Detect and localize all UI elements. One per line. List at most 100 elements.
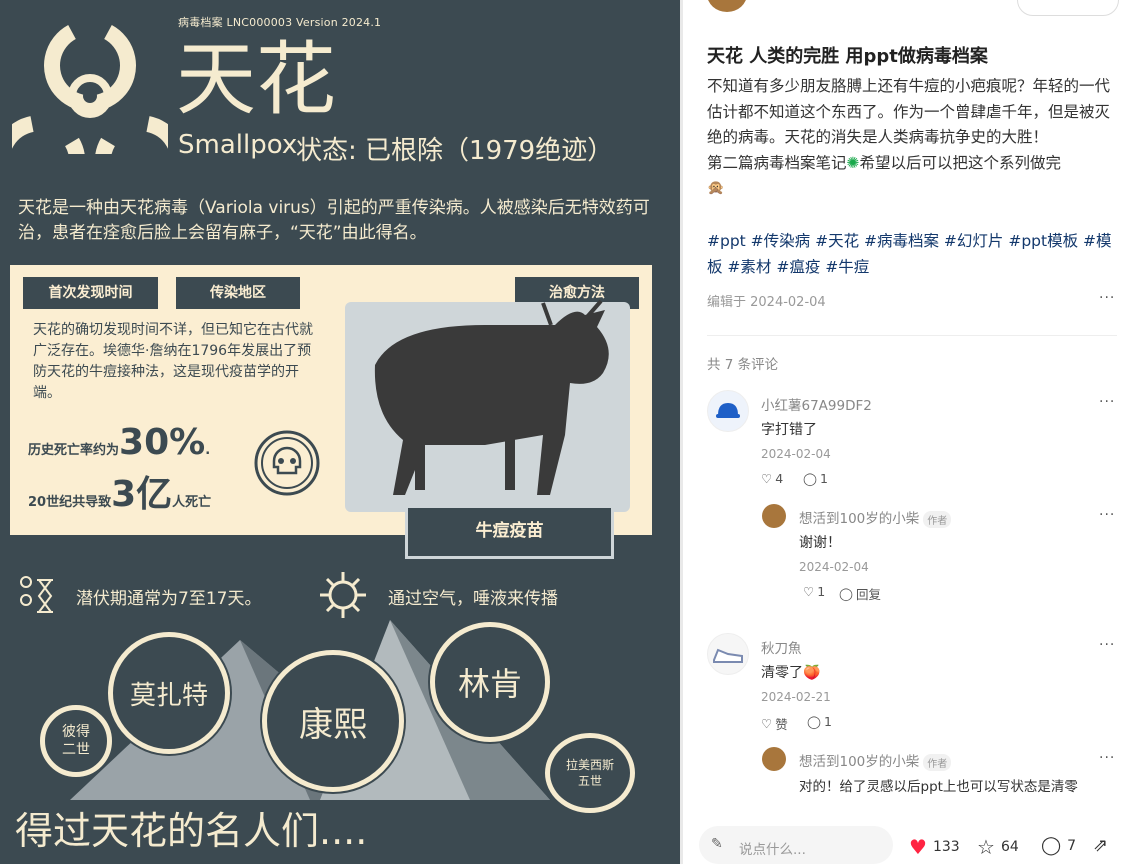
virus-emoji-icon: ✺ — [846, 153, 860, 172]
person-peter-ii: 彼得二世 — [40, 705, 112, 777]
person-kangxi: 康熙 — [262, 650, 404, 792]
peach-emoji-icon: 🍑 — [803, 665, 821, 681]
reply-author-name: 想活到100岁的小柴 — [799, 511, 920, 527]
tag-region: 传染地区 — [176, 277, 300, 309]
share-button[interactable]: ⇗ — [1093, 835, 1108, 856]
deaths-value: 3亿 — [111, 474, 173, 515]
author-badge: 作者 — [923, 753, 952, 771]
section-divider — [707, 335, 1117, 336]
comment-date: 2024-02-21 — [761, 690, 831, 704]
cow-photo — [374, 299, 609, 495]
death-rate-prefix: 历史死亡率约为 — [28, 443, 120, 458]
heart-outline-icon: ♡ — [803, 584, 815, 599]
comment-more-icon[interactable]: ··· — [1099, 637, 1115, 653]
like-count: 4 — [775, 471, 784, 486]
reply-reply-button[interactable]: ◯ 回复 — [839, 584, 881, 603]
chat-bubble-icon: ◯ — [839, 586, 853, 601]
person-label: 林肯 — [457, 665, 522, 703]
commenter-avatar[interactable] — [707, 390, 749, 432]
reply-more-icon[interactable]: ··· — [1099, 507, 1115, 523]
slide-title-en: Smallpox — [178, 130, 298, 160]
collect-button[interactable]: ☆ 64 — [977, 835, 1019, 859]
reply-author[interactable]: 想活到100岁的小柴 作者 — [799, 750, 952, 771]
reply-date: 2024-02-04 — [799, 560, 869, 574]
comment-count: 共 7 条评论 — [707, 357, 779, 373]
post-body-line: 第二篇病毒档案笔记✺希望以后可以把这个系列做完 — [707, 151, 1112, 177]
post-title: 天花 人类的完胜 用ppt做病毒档案 — [707, 46, 988, 67]
person-label: 康熙 — [299, 704, 367, 745]
famous-title: 得过天花的名人们.... — [15, 809, 368, 853]
reply-more-icon[interactable]: ··· — [1099, 750, 1115, 766]
comment-author[interactable]: 小红薯67A99DF2 — [761, 394, 872, 414]
post-body-text: 第二篇病毒档案笔记 — [707, 153, 847, 172]
hat-icon — [716, 403, 740, 418]
biohazard-icon — [12, 24, 168, 154]
death-rate-suffix: . — [205, 443, 211, 458]
post-body: 不知道有多少朋友胳膊上还有牛痘的小疤痕呢？年轻的一代估计都不知道这个东西了。作为… — [707, 74, 1112, 202]
collect-total: 64 — [1000, 839, 1019, 855]
star-icon: ☆ — [977, 835, 995, 859]
person-label: 拉美西斯五世 — [565, 758, 614, 788]
author-reply-avatar[interactable] — [762, 504, 786, 528]
virus-icon — [320, 572, 366, 618]
vaccine-label: 牛痘疫苗 — [405, 505, 614, 559]
comment-more-icon[interactable]: ··· — [1099, 394, 1115, 410]
post-tags[interactable]: #ppt #传染病 #天花 #病毒档案 #幻灯片 #ppt模板 #模板 #素材 … — [707, 228, 1112, 280]
comment-reply-button[interactable]: ◯ 1 — [807, 714, 832, 729]
slide-image[interactable]: 病毒档案 LNC000003 Version 2024.1 天花 Smallpo… — [0, 0, 680, 864]
deaths-suffix: 人死亡 — [172, 495, 212, 510]
like-count: 赞 — [775, 717, 788, 732]
slide-intro: 天花是一种由天花病毒（Variola virus）引起的严重传染病。人被感染后无… — [18, 198, 650, 243]
like-count: 1 — [817, 584, 826, 599]
edit-date: 编辑于 2024-02-04 — [707, 295, 826, 310]
deaths-prefix: 20世纪共导致 — [28, 495, 112, 510]
person-mozart: 莫扎特 — [108, 632, 230, 754]
like-button[interactable]: ♥ 133 — [909, 835, 960, 859]
comments-button[interactable]: ◯ 7 — [1041, 835, 1076, 856]
like-total: 133 — [932, 839, 960, 855]
comment-reply-button[interactable]: ◯ 1 — [803, 471, 828, 486]
comment-text-content: 清零了 — [761, 665, 803, 681]
reply-count: 1 — [824, 714, 832, 729]
slide-status: 状态: 已根除（1979绝迹） — [296, 136, 614, 166]
person-label: 彼得二世 — [62, 724, 90, 758]
commenter-avatar[interactable] — [707, 633, 749, 675]
comment-like-button[interactable]: ♡ 赞 — [761, 714, 788, 733]
reply-label: 回复 — [856, 587, 882, 602]
chat-bubble-icon: ◯ — [807, 714, 821, 729]
person-ramesses-v: 拉美西斯五世 — [545, 733, 635, 813]
more-options-icon[interactable]: ··· — [1099, 290, 1115, 306]
comment-author[interactable]: 秋刀魚 — [761, 637, 802, 657]
comment-input-placeholder: 说点什么... — [739, 842, 806, 858]
comment-text: 清零了🍑 — [761, 662, 820, 682]
post-panel: 天花 人类的完胜 用ppt做病毒档案 不知道有多少朋友胳膊上还有牛痘的小疤痕呢？… — [683, 0, 1125, 864]
comments-total: 7 — [1067, 837, 1077, 854]
fact-transmission: 通过空气，唾液来传播 — [388, 589, 558, 609]
author-reply-avatar[interactable] — [762, 747, 786, 771]
author-avatar[interactable] — [707, 0, 747, 12]
tag-first-discovery: 首次发现时间 — [23, 277, 158, 309]
chat-bubble-icon: ◯ — [803, 471, 817, 486]
post-body-paragraph: 不知道有多少朋友胳膊上还有牛痘的小疤痕呢？年轻的一代估计都不知道这个东西了。作为… — [707, 77, 1111, 146]
reply-like-button[interactable]: ♡ 1 — [803, 584, 825, 599]
comment-like-button[interactable]: ♡ 4 — [761, 471, 783, 486]
comment-text: 字打错了 — [761, 422, 817, 438]
reply-author-name: 想活到100岁的小柴 — [799, 754, 920, 770]
reply-text: 谢谢！ — [799, 535, 841, 551]
pencil-icon: ✎ — [711, 836, 723, 852]
reply-author[interactable]: 想活到100岁的小柴 作者 — [799, 507, 952, 528]
follow-button[interactable] — [1017, 0, 1119, 16]
panel-text: 天花的确切发现时间不详，但已知它在古代就广泛存在。埃德华·詹纳在1796年发展出… — [33, 322, 313, 401]
fact-incubation: 潜伏期通常为7至17天。 — [76, 589, 262, 609]
comment-date: 2024-02-04 — [761, 447, 831, 461]
heart-outline-icon: ♡ — [761, 471, 773, 486]
reply-count: 1 — [820, 471, 828, 486]
death-rate-value: 30% — [119, 422, 206, 463]
slide-header-meta: 病毒档案 LNC000003 Version 2024.1 — [178, 16, 382, 29]
person-label: 莫扎特 — [129, 680, 208, 711]
deaths-stat: 20世纪共导致3亿人死亡 — [28, 465, 211, 517]
share-icon: ⇗ — [1093, 835, 1109, 856]
post-body-text-2: 希望以后可以把这个系列做完 — [859, 153, 1062, 172]
author-badge: 作者 — [923, 510, 952, 528]
person-lincoln: 林肯 — [430, 622, 550, 742]
